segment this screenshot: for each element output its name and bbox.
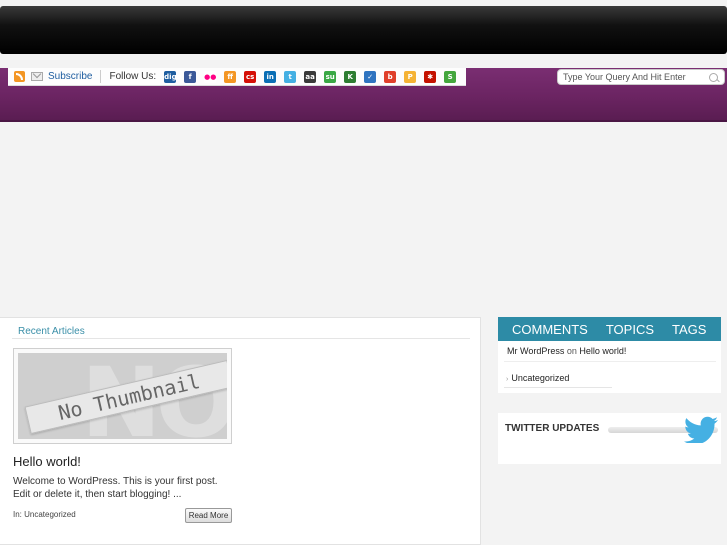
navigation-band: Subscribe Follow Us: digg f ●● ff cs in t aa su K…: [0, 68, 727, 122]
subscribe-link[interactable]: Subscribe: [48, 71, 92, 82]
tab-topics[interactable]: TOPICS: [606, 322, 654, 337]
toolbar-divider: [100, 70, 102, 83]
twitter-updates-heading: TWITTER UPDATES: [505, 423, 600, 434]
friendfeed-icon[interactable]: ff: [224, 70, 237, 83]
stumbleupon-icon[interactable]: su: [324, 70, 337, 83]
recent-comment: Mr WordPress on Hello world!: [507, 346, 626, 356]
search-input[interactable]: [558, 72, 703, 82]
email-icon[interactable]: [31, 72, 43, 81]
topic-divider: [504, 387, 612, 388]
topic-item[interactable]: › Uncategorized: [506, 373, 569, 383]
delicious-icon[interactable]: ✓: [364, 70, 377, 83]
reddit-icon[interactable]: aa: [304, 70, 317, 83]
lastfm-icon[interactable]: cs: [244, 70, 257, 83]
blogger-icon[interactable]: b: [384, 70, 397, 83]
scribd-icon[interactable]: S: [444, 70, 457, 83]
posterous-icon[interactable]: P: [404, 70, 417, 83]
linkedin-icon[interactable]: in: [264, 70, 277, 83]
twitter-bird-icon: [683, 416, 718, 443]
yelp-icon[interactable]: ✱: [424, 70, 437, 83]
technorati-icon[interactable]: K: [344, 70, 357, 83]
sidebar-panel: Mr WordPress on Hello world! › Uncategori…: [498, 341, 721, 393]
read-more-button[interactable]: Read More: [185, 508, 232, 523]
post-thumbnail[interactable]: NO No Thumbnail: [13, 348, 232, 444]
topic-item-label[interactable]: Uncategorized: [511, 373, 569, 383]
panel-divider: [504, 361, 716, 362]
chevron-right-icon: ›: [506, 376, 509, 383]
twitter-icon[interactable]: t: [284, 70, 297, 83]
comment-on-label: on: [566, 346, 577, 356]
thumbnail-placeholder: NO No Thumbnail: [18, 353, 227, 439]
search-box[interactable]: [557, 69, 725, 85]
social-icon-row: digg f ●● ff cs in t aa su K ✓ b P ✱ S: [164, 70, 464, 83]
top-header-bar: [0, 6, 727, 54]
comment-author-link[interactable]: Mr WordPress: [507, 346, 564, 356]
flickr-icon[interactable]: ●●: [204, 70, 216, 83]
heading-divider: [12, 338, 470, 339]
sidebar-tabs: COMMENTS TOPICS TAGS: [498, 317, 721, 341]
post-title-link[interactable]: Hello world!: [13, 454, 81, 469]
rss-icon[interactable]: [14, 71, 25, 82]
comment-post-link[interactable]: Hello world!: [579, 346, 626, 356]
tab-comments[interactable]: COMMENTS: [512, 322, 588, 337]
search-icon[interactable]: [709, 72, 718, 82]
follow-us-label: Follow Us:: [109, 71, 157, 82]
facebook-icon[interactable]: f: [184, 70, 197, 83]
recent-articles-heading: Recent Articles: [18, 326, 85, 337]
main-content: Recent Articles NO No Thumbnail Hello wo…: [0, 317, 481, 545]
twitter-widget: TWITTER UPDATES: [498, 413, 721, 464]
tab-tags[interactable]: TAGS: [672, 322, 706, 337]
digg-icon[interactable]: digg: [164, 70, 182, 83]
post-category-meta[interactable]: In: Uncategorized: [13, 510, 76, 519]
social-toolbar: Subscribe Follow Us: digg f ●● ff cs in t aa su K…: [8, 68, 466, 86]
post-excerpt: Welcome to WordPress. This is your first…: [13, 476, 218, 500]
